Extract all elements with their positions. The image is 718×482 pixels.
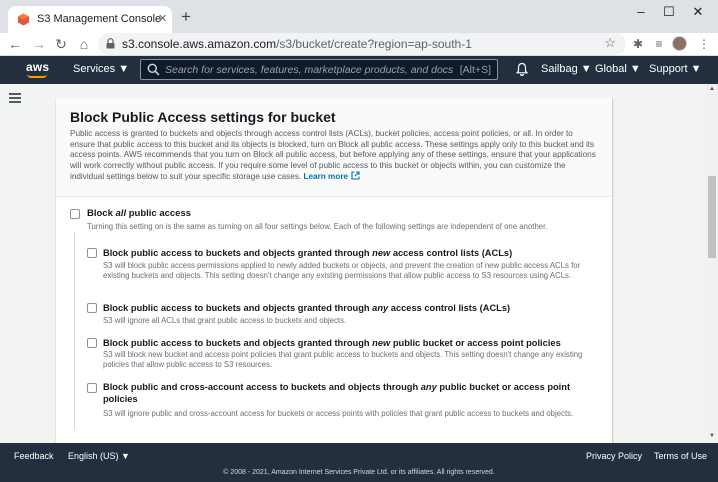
scrollbar-thumb[interactable] — [708, 176, 716, 258]
option-description: S3 will ignore public and cross-account … — [103, 409, 574, 418]
block-all-description: Turning this setting on is the same as t… — [87, 222, 548, 231]
option-description: S3 will ignore all ACLs that grant publi… — [103, 316, 347, 325]
option-title-prefix: Block public and cross-account access to… — [103, 382, 421, 392]
support-menu[interactable]: Support ▼ — [649, 63, 701, 75]
option-title: Block public access to buckets and objec… — [103, 302, 510, 314]
option-title-prefix: Block public access to buckets and objec… — [103, 303, 373, 313]
option-title: Block public access to buckets and objec… — [103, 337, 561, 349]
address-bar[interactable]: s3.console.aws.amazon.com/s3/bucket/crea… — [98, 33, 626, 55]
reading-list-icon[interactable]: ≡ — [651, 36, 667, 52]
copyright-text: © 2008 - 2021, Amazon Internet Services … — [223, 469, 495, 476]
new-tab-button[interactable]: + — [181, 8, 191, 25]
panel-header: Block Public Access settings for bucket … — [56, 98, 612, 197]
scroll-up-icon[interactable]: ▲ — [708, 86, 716, 92]
minimize-button[interactable]: – — [627, 2, 655, 22]
tab-title: S3 Management Console — [37, 13, 162, 25]
panel-description: Public access is granted to buckets and … — [70, 129, 600, 183]
option-title-suffix: public bucket or access point policies — [390, 338, 561, 348]
aws-top-nav: aws Services ▼ Search for services, feat… — [0, 56, 718, 84]
search-input[interactable]: Search for services, features, marketpla… — [140, 59, 498, 80]
s3-favicon-icon — [18, 13, 29, 26]
tab-close-icon[interactable]: ✕ — [158, 12, 167, 25]
url-path: /s3/bucket/create?region=ap-south-1 — [276, 37, 472, 51]
maximize-button[interactable]: ☐ — [655, 2, 683, 22]
profile-avatar[interactable] — [672, 36, 687, 51]
block-all-title-prefix: Block — [87, 208, 116, 219]
url-host: s3.console.aws.amazon.com — [122, 37, 277, 51]
browser-tabstrip: S3 Management Console ✕ + – ☐ ✕ — [0, 0, 718, 33]
aws-smile-icon — [27, 74, 47, 78]
learn-more-label: Learn more — [303, 172, 349, 182]
external-link-icon — [351, 171, 360, 180]
option-title-emph: new — [372, 338, 391, 348]
option-description: S3 will block public access permissions … — [103, 261, 581, 280]
browser-toolbar: ← → ↻ ⌂ s3.console.aws.amazon.com/s3/buc… — [0, 33, 718, 56]
terms-of-use-link[interactable]: Terms of Use — [654, 451, 707, 461]
star-icon[interactable]: ☆ — [604, 35, 616, 51]
block-all-title-emph: all — [115, 208, 127, 219]
block-all-title: Block all public access — [87, 208, 191, 220]
option-description: S3 will block new bucket and access poin… — [103, 350, 583, 369]
close-window-button[interactable]: ✕ — [684, 2, 712, 22]
privacy-policy-link[interactable]: Privacy Policy — [586, 451, 642, 461]
reload-icon[interactable]: ↻ — [52, 35, 70, 53]
scrollbar-track[interactable] — [706, 84, 718, 443]
learn-more-link[interactable]: Learn more — [303, 171, 360, 182]
option-title-emph: new — [372, 248, 391, 258]
option-title-prefix: Block public access to buckets and objec… — [103, 338, 373, 348]
aws-logo[interactable]: aws — [26, 60, 49, 74]
scroll-down-icon[interactable]: ▼ — [708, 433, 716, 439]
option-title: Block public and cross-account access to… — [103, 381, 593, 405]
side-menu-icon[interactable] — [9, 93, 21, 103]
lock-icon — [106, 38, 115, 49]
account-menu[interactable]: Sailbag ▼ — [541, 63, 592, 75]
region-menu[interactable]: Global ▼ — [595, 63, 641, 75]
menu-icon[interactable]: ⋮ — [696, 36, 712, 52]
bell-icon[interactable] — [516, 62, 528, 76]
option-title: Block public access to buckets and objec… — [103, 247, 512, 259]
block-new-acls-checkbox[interactable] — [87, 248, 97, 258]
option-title-prefix: Block public access to buckets and objec… — [103, 248, 373, 258]
services-menu[interactable]: Services ▼ — [73, 63, 129, 75]
option-title-emph: any — [372, 303, 389, 313]
block-all-title-suffix: public access — [126, 208, 192, 219]
block-new-policies-checkbox[interactable] — [87, 338, 97, 348]
block-all-checkbox[interactable] — [70, 209, 80, 219]
option-title-emph: any — [420, 382, 437, 392]
console-footer: Feedback English (US) ▼ Privacy Policy T… — [0, 443, 718, 482]
language-selector[interactable]: English (US) ▼ — [68, 451, 130, 461]
option-title-suffix: access control lists (ACLs) — [390, 248, 513, 258]
search-placeholder: Search for services, features, marketpla… — [165, 64, 454, 76]
home-icon[interactable]: ⌂ — [75, 35, 93, 53]
options-divider — [74, 232, 75, 430]
block-any-acls-checkbox[interactable] — [87, 303, 97, 313]
browser-tab[interactable]: S3 Management Console ✕ — [8, 6, 172, 33]
search-shortcut: [Alt+S] — [459, 64, 491, 76]
block-any-policies-checkbox[interactable] — [87, 383, 97, 393]
option-title-suffix: access control lists (ACLs) — [388, 303, 511, 313]
search-icon — [147, 63, 160, 76]
feedback-link[interactable]: Feedback — [14, 451, 54, 461]
panel-title: Block Public Access settings for bucket — [70, 109, 336, 125]
url-text: s3.console.aws.amazon.com/s3/bucket/crea… — [122, 37, 472, 51]
extensions-icon[interactable]: ✱ — [630, 36, 646, 52]
back-icon[interactable]: ← — [6, 35, 24, 53]
block-public-access-panel: Block Public Access settings for bucket … — [56, 98, 612, 443]
forward-icon[interactable]: → — [30, 35, 48, 53]
